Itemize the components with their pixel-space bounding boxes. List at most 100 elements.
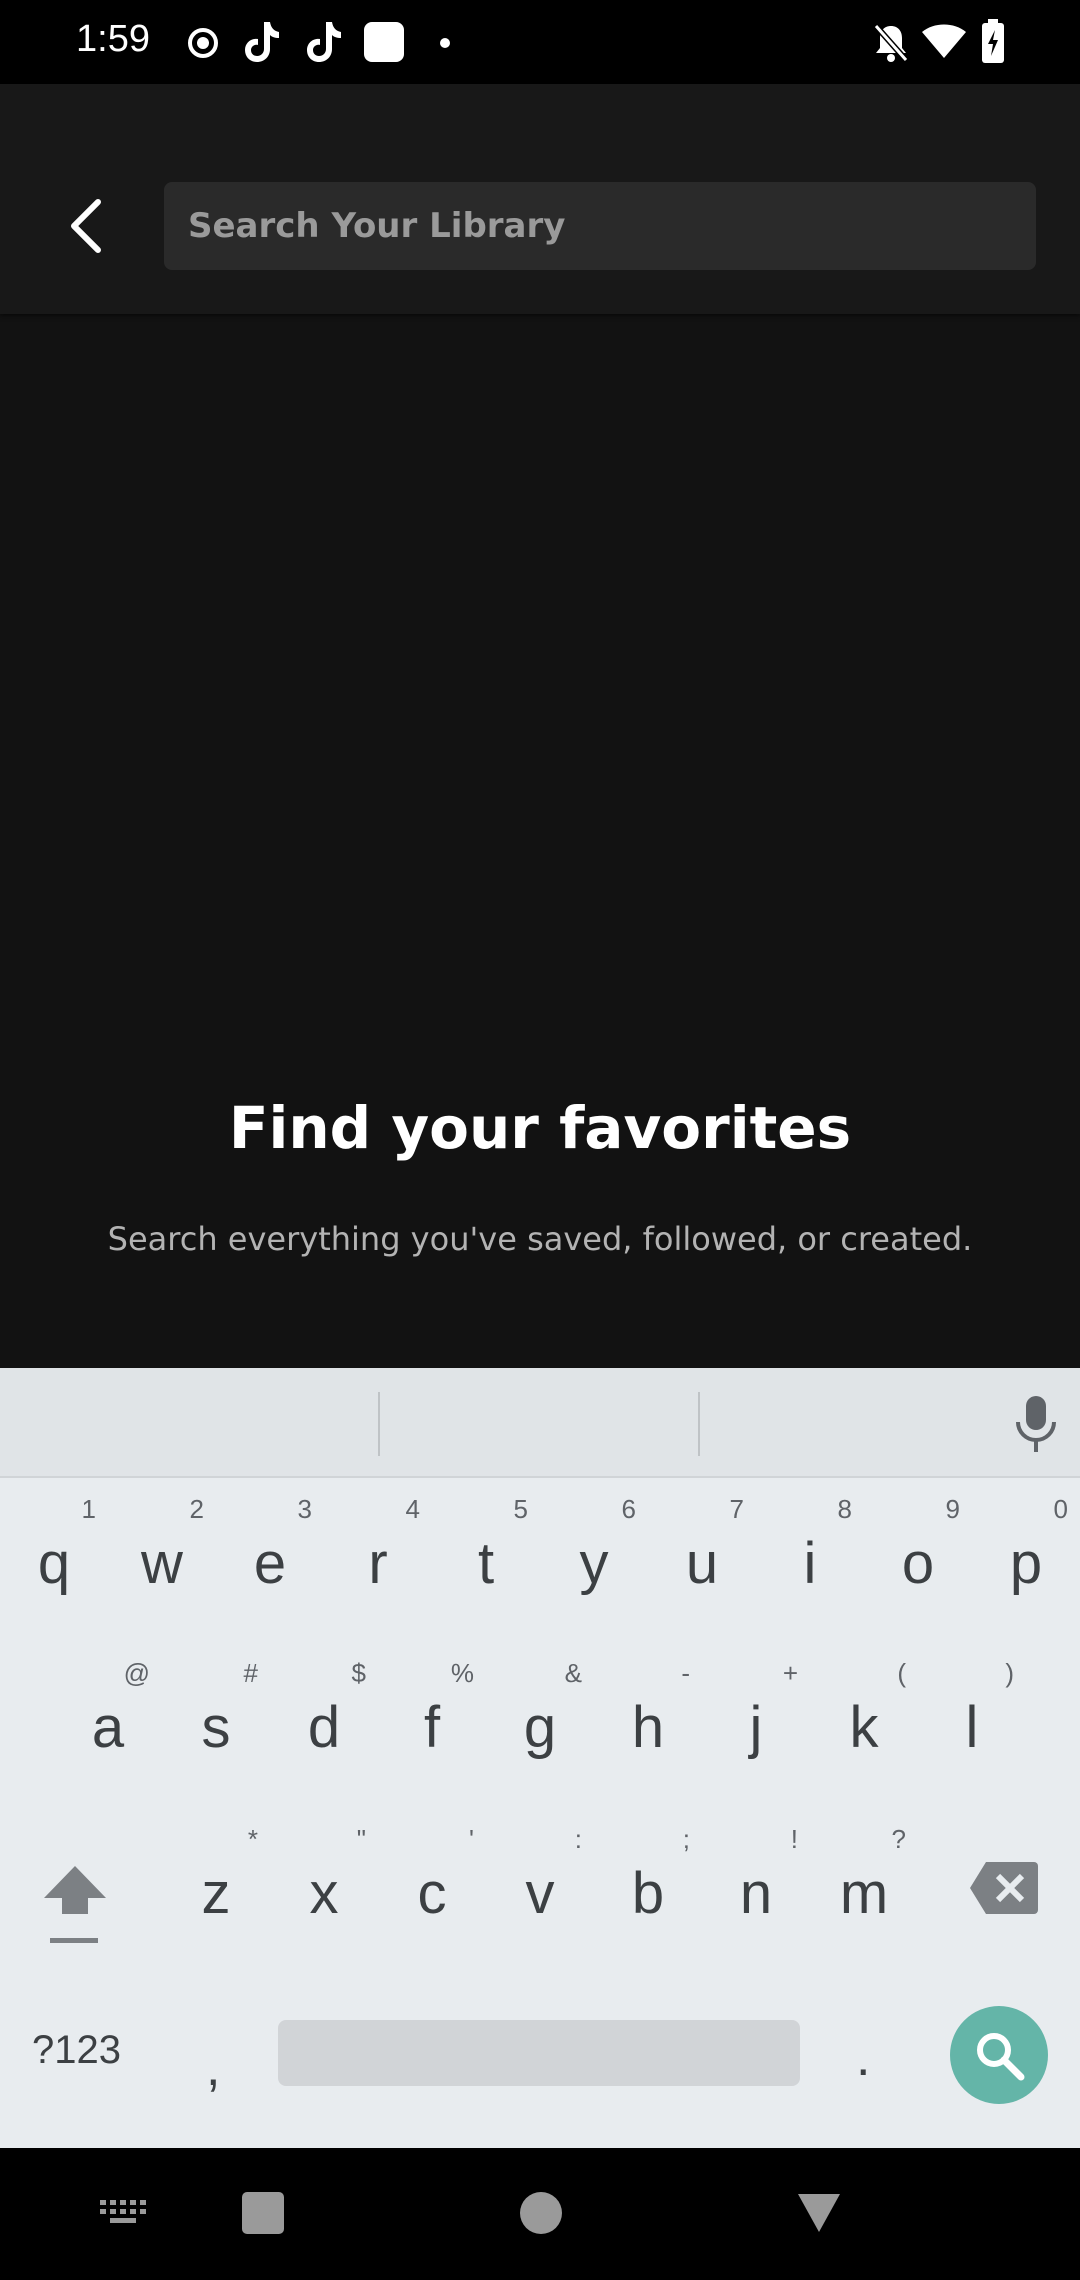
key-w[interactable]: 2w: [112, 1494, 212, 1614]
shift-key-icon[interactable]: [40, 1862, 110, 1952]
key-h[interactable]: -h: [598, 1658, 698, 1778]
key-label: r: [368, 1531, 388, 1596]
key-label: p: [1009, 1531, 1043, 1596]
backspace-key-icon[interactable]: [968, 1860, 1040, 1916]
key-label: d: [307, 1695, 341, 1760]
key-p[interactable]: 0p: [976, 1494, 1076, 1614]
key-hint: !: [790, 1824, 798, 1854]
more-notifications-dot-icon: [440, 38, 450, 48]
key-hint: 5: [513, 1494, 528, 1524]
key-hint: $: [351, 1658, 366, 1688]
key-hint: &: [564, 1658, 582, 1688]
key-b[interactable]: ; b: [598, 1824, 698, 1944]
key-label: k: [849, 1695, 879, 1760]
key-hint: 0: [1053, 1494, 1068, 1524]
key-hint: -: [681, 1658, 690, 1688]
tiktok-icon: [245, 22, 279, 62]
key-hint: 4: [405, 1494, 420, 1524]
key-label: h: [631, 1695, 665, 1760]
back-triangle-icon[interactable]: [796, 2192, 842, 2234]
key-label: y: [579, 1531, 609, 1596]
key-label: s: [201, 1695, 231, 1760]
key-hint: 1: [81, 1494, 96, 1524]
key-o[interactable]: 9o: [868, 1494, 968, 1614]
library-search-input[interactable]: Search Your Library: [164, 182, 1036, 270]
key-label: o: [901, 1531, 935, 1596]
key-label: z: [201, 1861, 231, 1926]
space-key[interactable]: [278, 2020, 800, 2086]
key-label: u: [685, 1531, 719, 1596]
key-z[interactable]: * z: [166, 1824, 266, 1944]
key-m[interactable]: ? m: [814, 1824, 914, 1944]
key-hint: (: [897, 1658, 906, 1688]
back-arrow-icon: [71, 198, 101, 253]
key-label: l: [965, 1695, 979, 1760]
key-q[interactable]: 1q: [4, 1494, 104, 1614]
microphone-icon[interactable]: [1014, 1394, 1058, 1454]
suggestion-divider: [378, 1392, 380, 1456]
symbols-key[interactable]: ?123: [32, 2028, 121, 2073]
key-hint: ): [1005, 1658, 1014, 1688]
key-label: m: [839, 1861, 889, 1926]
key-hint: 6: [621, 1494, 636, 1524]
record-icon: [188, 28, 218, 58]
key-g[interactable]: & g: [490, 1658, 590, 1778]
key-hint: ": [356, 1824, 366, 1854]
key-label: v: [525, 1861, 555, 1926]
key-hint: *: [247, 1824, 258, 1854]
key-t[interactable]: 5t: [436, 1494, 536, 1614]
key-label: q: [37, 1531, 71, 1596]
period-key[interactable]: .: [856, 2028, 870, 2088]
back-button[interactable]: [56, 188, 116, 263]
navigation-bar: [0, 2148, 1080, 2280]
on-screen-keyboard: 1q2w3e4r5t6y7u8i9o0p @ a # s $ d% f & g - h + j(k) l …: [0, 1368, 1080, 2148]
key-n[interactable]: ! n: [706, 1824, 806, 1944]
key-label: n: [739, 1861, 773, 1926]
home-button[interactable]: [520, 2192, 562, 2234]
key-label: g: [523, 1695, 557, 1760]
recents-button[interactable]: [242, 2192, 284, 2234]
key-k[interactable]: (k: [814, 1658, 914, 1778]
key-hint: @: [123, 1658, 150, 1688]
tiktok-icon: [307, 22, 341, 62]
key-s[interactable]: # s: [166, 1658, 266, 1778]
search-action-key[interactable]: [950, 2006, 1048, 2104]
key-label: j: [749, 1695, 763, 1760]
key-j[interactable]: + j: [706, 1658, 806, 1778]
key-c[interactable]: ' c: [382, 1824, 482, 1944]
comma-key[interactable]: ,: [206, 2038, 220, 2098]
key-hint: 8: [837, 1494, 852, 1524]
key-u[interactable]: 7u: [652, 1494, 752, 1614]
battery-charging-icon: [982, 19, 1004, 63]
key-v[interactable]: :v: [490, 1824, 590, 1944]
key-label: x: [309, 1861, 339, 1926]
key-label: f: [423, 1695, 441, 1760]
key-label: c: [417, 1861, 447, 1926]
key-i[interactable]: 8i: [760, 1494, 860, 1614]
key-a[interactable]: @ a: [58, 1658, 158, 1778]
do-not-disturb-bell-icon: [873, 24, 909, 62]
key-y[interactable]: 6y: [544, 1494, 644, 1614]
key-hint: ': [469, 1824, 474, 1854]
key-label: a: [91, 1695, 125, 1760]
key-l[interactable]: ) l: [922, 1658, 1022, 1778]
status-time: 1:59: [76, 18, 150, 60]
key-d[interactable]: $ d: [274, 1658, 374, 1778]
empty-state-title: Find your favorites: [228, 1094, 852, 1162]
key-hint: :: [574, 1824, 582, 1854]
key-e[interactable]: 3e: [220, 1494, 320, 1614]
key-label: b: [631, 1861, 665, 1926]
key-label: t: [477, 1531, 495, 1596]
search-icon: [977, 2033, 1025, 2081]
key-label: i: [803, 1531, 817, 1596]
empty-state-subtitle: Search everything you've saved, followed…: [107, 1220, 973, 1258]
key-f[interactable]: % f: [382, 1658, 482, 1778]
wifi-icon: [922, 24, 966, 58]
key-label: e: [253, 1531, 287, 1596]
key-x[interactable]: " x: [274, 1824, 374, 1944]
search-placeholder: Search Your Library: [188, 206, 566, 246]
key-hint: 9: [945, 1494, 960, 1524]
keyboard-switch-icon[interactable]: [100, 2200, 148, 2230]
key-label: w: [141, 1531, 183, 1596]
key-r[interactable]: 4r: [328, 1494, 428, 1614]
